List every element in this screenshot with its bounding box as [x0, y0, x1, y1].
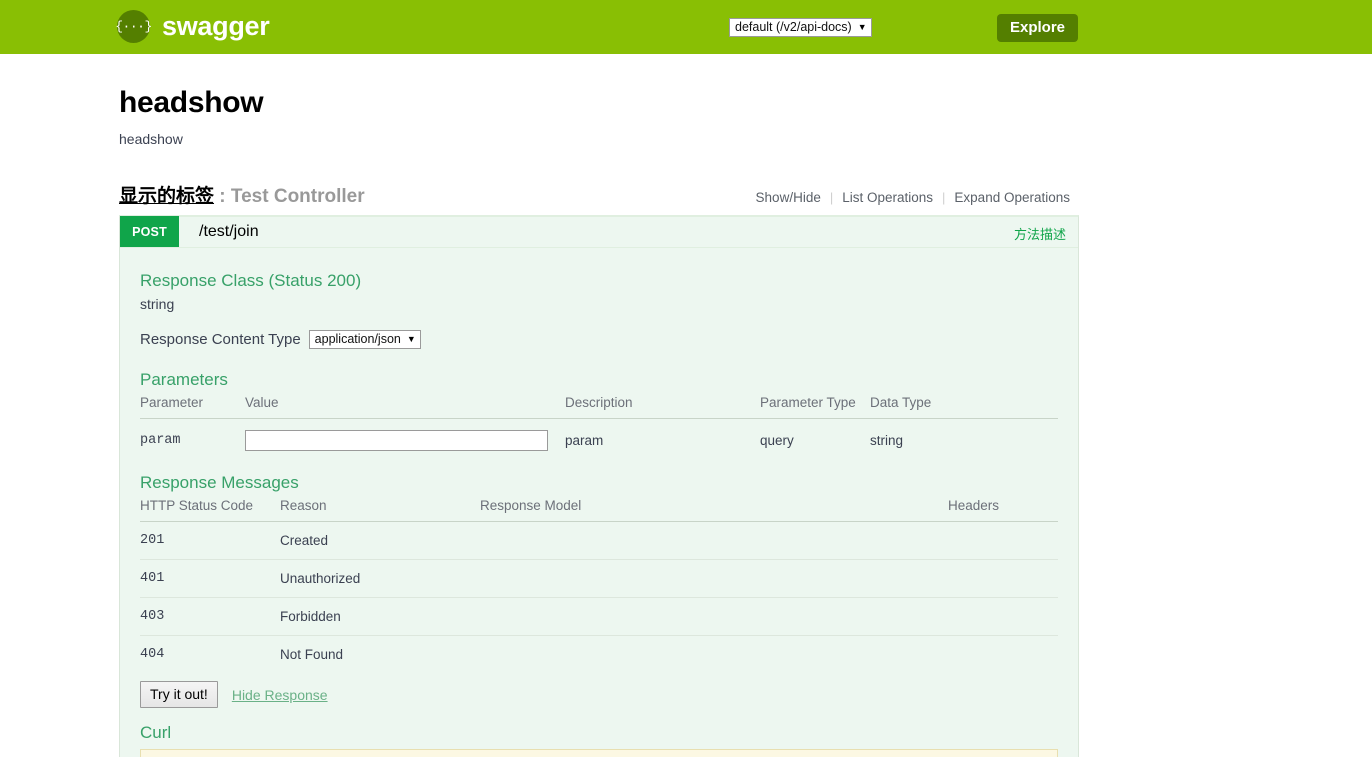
th-response-model: Response Model — [480, 498, 948, 523]
cell-reason: Created — [280, 521, 480, 561]
th-headers: Headers — [948, 498, 1058, 523]
cell-headers — [948, 521, 1058, 561]
parameters-table: Parameter Value Description Parameter Ty… — [140, 394, 1058, 462]
try-it-out-button[interactable]: Try it out! — [140, 681, 218, 709]
http-method-badge: POST — [120, 216, 179, 248]
th-http-status-code: HTTP Status Code — [140, 498, 280, 523]
cell-reason: Not Found — [280, 647, 344, 663]
cell-headers — [948, 636, 1058, 674]
resource-title-separator: : — [214, 186, 231, 207]
table-row: param param query string — [140, 418, 1058, 462]
swagger-brand[interactable]: {···} swagger — [115, 10, 270, 43]
list-operations-link[interactable]: List Operations — [833, 190, 942, 205]
cell-status-code: 401 — [140, 559, 280, 599]
swagger-logo-icon: {···} — [115, 10, 152, 43]
cell-parameter-name: param — [140, 432, 181, 448]
cell-parameter-value — [245, 418, 565, 462]
param-value-input[interactable] — [245, 429, 548, 451]
resource-section: 显示的标签 : Test Controller Show/Hide | List… — [119, 186, 1079, 757]
cell-data-type: string — [870, 432, 904, 448]
response-content-type-row: Response Content Type application/json ▼ — [140, 329, 1058, 349]
hide-response-link[interactable]: Hide Response — [232, 687, 328, 703]
response-messages-header-row: HTTP Status Code Reason Response Model H… — [140, 498, 1058, 523]
api-docs-url-input[interactable]: default (/v2/api-docs) ▼ — [729, 18, 872, 37]
cell-status-code: 201 — [140, 521, 280, 561]
th-parameter: Parameter — [140, 394, 245, 419]
chevron-down-icon: ▼ — [857, 22, 867, 32]
resource-title: 显示的标签 : Test Controller — [119, 186, 365, 209]
cell-reason: Unauthorized — [280, 559, 480, 599]
table-row: 403 Forbidden — [140, 597, 1058, 637]
table-row: 404 Not Found — [140, 636, 1058, 674]
cell-parameter-type: query — [760, 432, 794, 448]
response-class-heading: Response Class (Status 200) — [140, 270, 362, 290]
api-info: headshow headshow — [119, 86, 264, 147]
api-docs-url-value: default (/v2/api-docs) — [735, 20, 852, 35]
response-messages-heading: Response Messages — [140, 472, 299, 492]
top-header-bar: {···} swagger default (/v2/api-docs) ▼ E… — [0, 0, 1372, 54]
table-row: 201 Created — [140, 521, 1058, 561]
th-description: Description — [565, 394, 760, 419]
expand-operations-link[interactable]: Expand Operations — [945, 190, 1079, 205]
chevron-down-icon: ▼ — [406, 333, 416, 344]
response-content-type-select[interactable]: application/json ▼ — [308, 329, 421, 349]
cell-response-model — [480, 597, 948, 637]
response-content-type-value: application/json — [314, 332, 401, 347]
th-data-type: Data Type — [870, 394, 1058, 419]
cell-headers — [948, 559, 1058, 599]
table-row: 401 Unauthorized — [140, 559, 1058, 599]
cell-response-model — [480, 521, 948, 561]
page-title: headshow — [119, 86, 264, 119]
swagger-ui-page: {···} swagger default (/v2/api-docs) ▼ E… — [0, 0, 1372, 757]
th-value: Value — [245, 394, 565, 419]
response-messages-table: HTTP Status Code Reason Response Model H… — [140, 498, 1058, 673]
show-hide-link[interactable]: Show/Hide — [747, 190, 830, 205]
operation-actions: Try it out! Hide Response — [140, 681, 1058, 712]
cell-status-code: 404 — [140, 647, 165, 663]
cell-response-model — [480, 636, 948, 674]
resource-header: 显示的标签 : Test Controller Show/Hide | List… — [119, 186, 1079, 215]
parameters-heading: Parameters — [140, 369, 228, 389]
resource-tag-link[interactable]: 显示的标签 — [119, 186, 214, 207]
curl-command[interactable]: curl -X POST --header 'Content-Type: app… — [140, 749, 1058, 757]
cell-response-model — [480, 559, 948, 599]
operation-header[interactable]: POST /test/join 方法描述 — [120, 216, 1078, 248]
operation-summary: 方法描述 — [1013, 227, 1066, 243]
th-reason: Reason — [280, 498, 480, 523]
parameters-table-header-row: Parameter Value Description Parameter Ty… — [140, 394, 1058, 419]
resource-controller-name: Test Controller — [230, 186, 365, 207]
th-parameter-type: Parameter Type — [760, 394, 870, 419]
explore-button[interactable]: Explore — [997, 14, 1079, 42]
curl-heading: Curl — [140, 723, 172, 743]
page-description: headshow — [119, 131, 183, 147]
operation-body: Response Class (Status 200) string Respo… — [120, 247, 1078, 757]
cell-parameter-description: param — [565, 432, 604, 448]
cell-status-code: 403 — [140, 597, 280, 637]
cell-headers — [948, 597, 1058, 637]
resource-options: Show/Hide | List Operations | Expand Ope… — [747, 190, 1079, 205]
response-content-type-label: Response Content Type — [140, 330, 301, 348]
response-class-type: string — [140, 295, 175, 312]
cell-reason: Forbidden — [280, 597, 480, 637]
operation-block: POST /test/join 方法描述 Response Class (Sta… — [119, 214, 1079, 757]
brand-name: swagger — [162, 11, 270, 41]
operation-path: /test/join — [199, 222, 259, 240]
